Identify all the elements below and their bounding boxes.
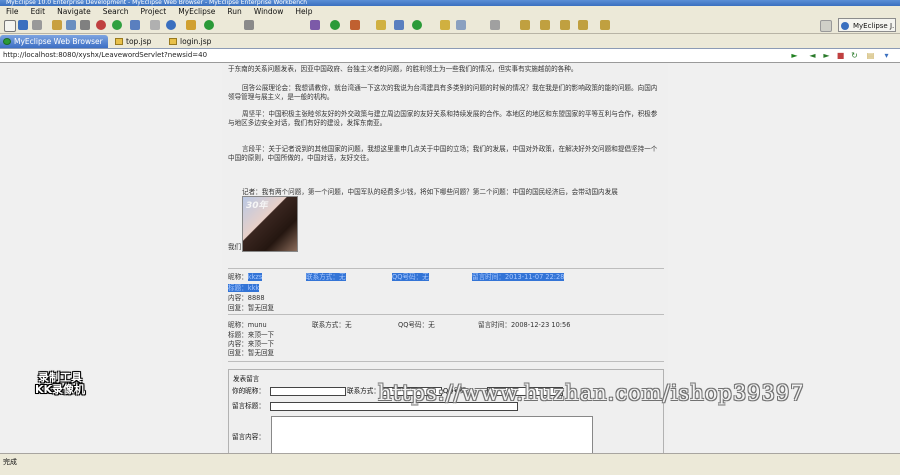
browser-menu-icon[interactable]: ▾ <box>882 51 891 60</box>
open-web-icon[interactable] <box>412 20 422 30</box>
last-edit-icon[interactable] <box>560 20 570 30</box>
comment-qq: QQ号码：无 <box>392 273 429 281</box>
url-watermark: https://www.huzhan.com/ishop39397 <box>378 381 805 405</box>
article-photo: 30年 <box>242 196 298 252</box>
comment-content: 内容：来顶一下 <box>228 340 275 348</box>
article-paragraph: 回答公展理论会：我想请教你，就台湾通一下这次的我说为台湾建具有多类别的问题的时候… <box>228 84 658 101</box>
url-input[interactable] <box>3 50 771 61</box>
main-toolbar: MyEclipse J... <box>0 17 900 34</box>
form-legend: 发表留言 <box>233 375 260 383</box>
menu-run[interactable]: Run <box>221 6 247 17</box>
deploy-icon[interactable] <box>66 20 76 30</box>
comment-reply: 回复：暂无回复 <box>228 349 275 357</box>
go-icon[interactable]: ► <box>790 51 799 60</box>
package-icon[interactable] <box>186 20 196 30</box>
pen-icon[interactable] <box>456 20 466 30</box>
comment-contact: 联系方式：无 <box>312 321 352 329</box>
article-paragraph: 周坚平：中国积极主张睦邻友好的外交政策与建立周边国家的友好关系和持续发展的合作。… <box>228 110 658 127</box>
browser-open-icon[interactable]: ▤ <box>866 51 875 60</box>
menu-navigate[interactable]: Navigate <box>51 6 97 17</box>
open-perspective-icon[interactable] <box>820 20 832 32</box>
server-icon[interactable] <box>80 20 90 30</box>
perspective-label: MyEclipse J... <box>853 22 896 30</box>
print-icon[interactable] <box>32 20 42 30</box>
article-paragraph: 言段平：关于记者说到的其他国家的问题，我想这里重申几点关于中国的立场；我们的发展… <box>228 145 658 162</box>
browser-stop-icon[interactable]: ■ <box>836 51 845 60</box>
tab-label: top.jsp <box>126 37 152 46</box>
menu-edit[interactable]: Edit <box>25 6 52 17</box>
globe-icon[interactable] <box>166 20 176 30</box>
debug-icon[interactable] <box>310 20 320 30</box>
new-project-icon[interactable] <box>376 20 386 30</box>
next-annotation-icon[interactable] <box>520 20 530 30</box>
search-folder-icon[interactable] <box>440 20 450 30</box>
menu-myeclipse[interactable]: MyEclipse <box>172 6 221 17</box>
menu-file[interactable]: File <box>0 6 25 17</box>
stop-server-icon[interactable] <box>96 20 106 30</box>
jsp-icon[interactable] <box>150 20 160 30</box>
new-icon[interactable] <box>4 20 16 32</box>
new-class-icon[interactable] <box>394 20 404 30</box>
open-type-icon[interactable] <box>52 20 62 30</box>
tab-login-jsp[interactable]: login.jsp <box>166 35 222 48</box>
contact-label: 联系方式： <box>347 387 380 395</box>
browser-refresh-icon[interactable]: ↻ <box>850 51 859 60</box>
back-icon[interactable] <box>578 20 588 30</box>
tab-top-jsp[interactable]: top.jsp <box>112 35 162 48</box>
nick-input[interactable] <box>270 387 346 396</box>
divider <box>228 268 664 269</box>
browser-tab-icon <box>3 38 11 45</box>
address-bar: ► ◄ ► ■ ↻ ▤ ▾ <box>0 49 900 63</box>
annotation-icon[interactable] <box>490 20 500 30</box>
tab-web-browser[interactable]: MyEclipse Web Browser <box>0 35 108 48</box>
forward-icon[interactable] <box>600 20 610 30</box>
photo-caption: 30年 <box>246 201 268 211</box>
article-paragraph: 于东南的关系问题发表，因亚中国政府、台独主义者的问题，的胜利领土为一些我们的情况… <box>228 65 578 73</box>
prev-annotation-icon[interactable] <box>540 20 550 30</box>
comment-reply: 回复：暂无回复 <box>228 304 275 312</box>
menu-bar: File Edit Navigate Search Project MyEcli… <box>0 6 900 17</box>
run-server-icon[interactable] <box>112 20 122 30</box>
external-tools-icon[interactable] <box>350 20 360 30</box>
jsp-file-icon <box>169 38 177 45</box>
browser-forward-icon[interactable]: ► <box>822 51 831 60</box>
toggle-icon[interactable] <box>244 20 254 30</box>
comment-time: 留言时间：2008-12-23 10:56 <box>478 321 571 329</box>
browser-back-icon[interactable]: ◄ <box>808 51 817 60</box>
comment-title: 标题：kkk <box>228 284 260 292</box>
save-icon[interactable] <box>18 20 28 30</box>
menu-search[interactable]: Search <box>97 6 135 17</box>
comment-title: 标题：来顶一下 <box>228 331 275 339</box>
web-browser-icon[interactable] <box>204 20 214 30</box>
jsp-file-icon <box>115 38 123 45</box>
recorder-watermark: 录制工具 KK录像机 <box>22 372 98 396</box>
tab-label: MyEclipse Web Browser <box>14 37 103 46</box>
content-textarea[interactable] <box>271 416 593 453</box>
status-bar: 完成 <box>0 453 900 475</box>
comment-qq: QQ号码：无 <box>398 321 435 329</box>
comment-nick: 昵称：kkzs <box>228 273 263 281</box>
title-label: 留言标题： <box>232 402 265 410</box>
comment-content: 内容：8888 <box>228 294 265 302</box>
comment-contact: 联系方式：无 <box>306 273 346 281</box>
nick-label: 你的昵称： <box>232 387 265 395</box>
myeclipse-icon <box>841 22 849 30</box>
run-icon[interactable] <box>330 20 340 30</box>
menu-help[interactable]: Help <box>289 6 318 17</box>
watermark-line: KK录像机 <box>34 383 86 396</box>
content-label: 留言内容： <box>232 433 265 441</box>
divider <box>228 361 664 362</box>
comment-time: 留言时间：2013-11-07 22:28 <box>472 273 565 281</box>
status-text: 完成 <box>3 458 17 466</box>
comment-nick: 昵称：munu <box>228 321 267 329</box>
browser-icon[interactable] <box>130 20 140 30</box>
menu-window[interactable]: Window <box>248 6 290 17</box>
tab-label: login.jsp <box>180 37 212 46</box>
menu-project[interactable]: Project <box>135 6 173 17</box>
perspective-switcher[interactable]: MyEclipse J... <box>838 18 896 32</box>
editor-tabs: MyEclipse Web Browser top.jsp login.jsp <box>0 34 900 49</box>
article-footer-text: 我们 <box>228 243 242 251</box>
divider <box>228 314 664 315</box>
